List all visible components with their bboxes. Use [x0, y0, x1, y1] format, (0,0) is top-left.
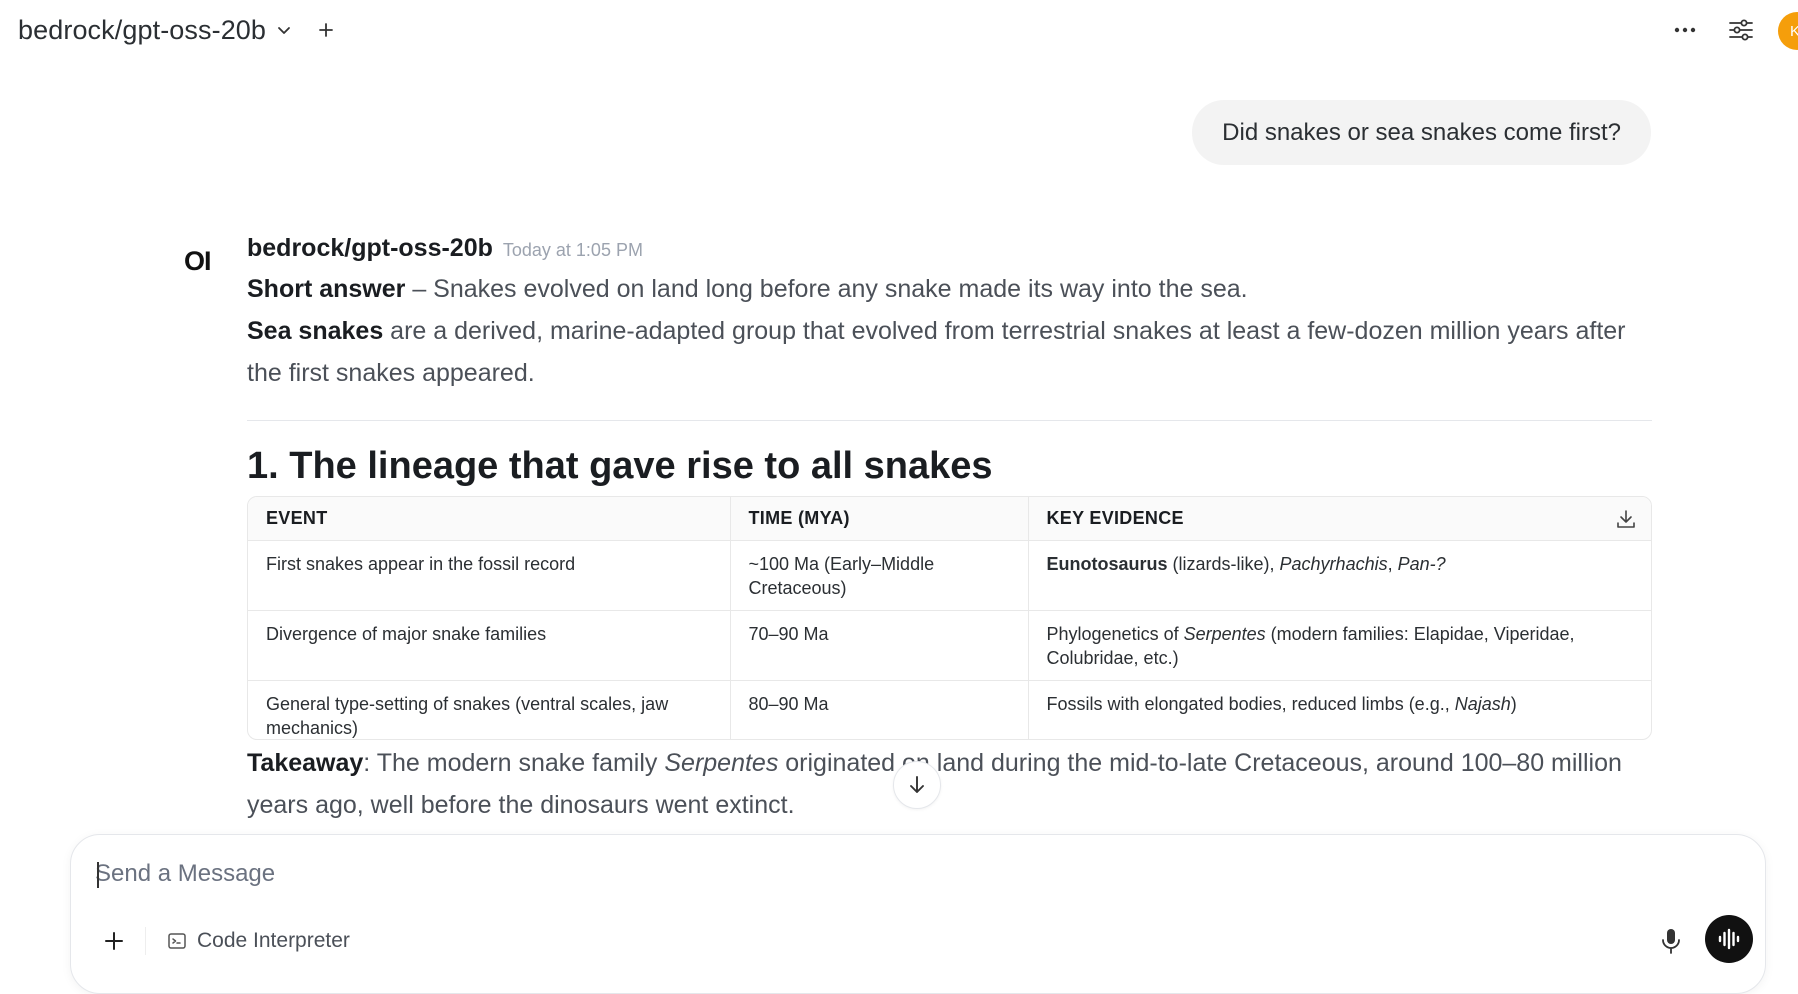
table-row: Divergence of major snake families 70–90…: [248, 610, 1651, 681]
evidence-text: Fossils with elongated bodies, reduced l…: [1046, 693, 1455, 714]
evidence-text: Phylogenetics of: [1046, 623, 1184, 644]
message-input[interactable]: [95, 857, 1695, 891]
divider: [247, 420, 1652, 421]
cell-event: General type-setting of snakes (ventral …: [248, 680, 730, 739]
column-header-evidence: KEY EVIDENCE: [1027, 497, 1651, 541]
short-answer-label: Short answer: [247, 275, 406, 303]
evidence-italic: Pachyrhachis: [1279, 553, 1388, 574]
message-timestamp: Today at 1:05 PM: [502, 240, 643, 260]
cell-evidence: Fossils with elongated bodies, reduced l…: [1027, 680, 1651, 739]
arrow-down-icon: [910, 776, 924, 793]
download-icon: [1617, 510, 1635, 528]
assistant-name: bedrock/gpt-oss-20b: [247, 234, 493, 262]
takeaway-text: : The modern snake family: [363, 749, 665, 777]
sliders-icon: [1729, 19, 1753, 41]
cell-event: First snakes appear in the fossil record: [248, 540, 730, 611]
user-message-bubble: Did snakes or sea snakes come first?: [1192, 100, 1651, 165]
sea-snakes-paragraph: Sea snakes are a derived, marine-adapted…: [247, 310, 1652, 394]
sea-snakes-text: are a derived, marine-adapted group that…: [247, 317, 1626, 387]
table-row: First snakes appear in the fossil record…: [248, 540, 1651, 611]
takeaway-italic: Serpentes: [664, 749, 779, 777]
code-interpreter-toggle[interactable]: Code Interpreter: [167, 925, 350, 957]
table-row: General type-setting of snakes (ventral …: [248, 680, 1651, 739]
microphone-icon: [1662, 929, 1680, 954]
takeaway-label: Takeaway: [247, 749, 364, 777]
evidence-sep: ,: [1387, 553, 1398, 574]
column-header-event: EVENT: [248, 497, 730, 541]
avatar-letter: K: [1790, 22, 1798, 40]
sea-snakes-label: Sea snakes: [247, 317, 384, 345]
dictate-button[interactable]: [1653, 923, 1689, 959]
section-heading: 1. The lineage that gave rise to all sna…: [247, 445, 993, 487]
waveform-icon: [1718, 928, 1740, 950]
message-composer: Code Interpreter: [70, 834, 1766, 994]
cell-time: 80–90 Ma: [729, 680, 1028, 739]
download-table-button[interactable]: [1615, 508, 1637, 530]
user-message-text: Did snakes or sea snakes come first?: [1222, 118, 1621, 146]
model-selector[interactable]: bedrock/gpt-oss-20b: [18, 12, 292, 48]
toolbar-divider: [145, 927, 146, 955]
terminal-icon: [168, 933, 186, 949]
column-header-time: TIME (MYA): [729, 497, 1028, 541]
cell-evidence: Phylogenetics of Serpentes (modern famil…: [1027, 610, 1651, 681]
evidence-text: ): [1510, 693, 1517, 714]
short-answer-text: – Snakes evolved on land long before any…: [405, 275, 1248, 303]
assistant-message-body: Short answer – Snakes evolved on land lo…: [247, 268, 1652, 503]
chevron-down-icon: [276, 22, 292, 38]
table-header-row: EVENT TIME (MYA) KEY EVIDENCE: [248, 497, 1651, 541]
evidence-italic: Pan-?: [1397, 553, 1446, 574]
plus-icon: [319, 23, 333, 37]
short-answer-paragraph: Short answer – Snakes evolved on land lo…: [247, 268, 1652, 310]
model-name: bedrock/gpt-oss-20b: [18, 14, 267, 45]
cell-evidence: Eunotosaurus (lizards-like), Pachyrhachi…: [1027, 540, 1651, 611]
attach-button[interactable]: [96, 923, 132, 959]
code-interpreter-label: Code Interpreter: [197, 929, 350, 952]
assistant-header: bedrock/gpt-oss-20b Today at 1:05 PM: [247, 234, 643, 263]
ellipsis-icon: [1674, 27, 1696, 33]
assistant-logo-icon: OI: [184, 246, 211, 276]
cell-event: Divergence of major snake families: [248, 610, 730, 681]
plus-icon: [105, 932, 123, 950]
add-model-button[interactable]: [314, 14, 338, 46]
top-bar: bedrock/gpt-oss-20b: [0, 0, 1798, 60]
text-caret: [97, 862, 99, 888]
chat-controls-button[interactable]: [1721, 10, 1761, 50]
evidence-text: (lizards-like),: [1167, 553, 1280, 574]
scroll-to-bottom-button[interactable]: [893, 761, 941, 809]
cell-time: 70–90 Ma: [729, 610, 1028, 681]
cell-time: ~100 Ma (Early–Middle Cretaceous): [729, 540, 1028, 611]
takeaway-paragraph: Takeaway: The modern snake family Serpen…: [247, 742, 1652, 826]
evidence-italic: Najash: [1454, 693, 1511, 714]
voice-mode-button[interactable]: [1705, 915, 1753, 963]
evidence-table: EVENT TIME (MYA) KEY EVIDENCE First snak…: [247, 496, 1652, 740]
evidence-bold: Eunotosaurus: [1046, 553, 1168, 574]
evidence-italic: Serpentes: [1183, 623, 1266, 644]
more-options-button[interactable]: [1665, 10, 1705, 50]
